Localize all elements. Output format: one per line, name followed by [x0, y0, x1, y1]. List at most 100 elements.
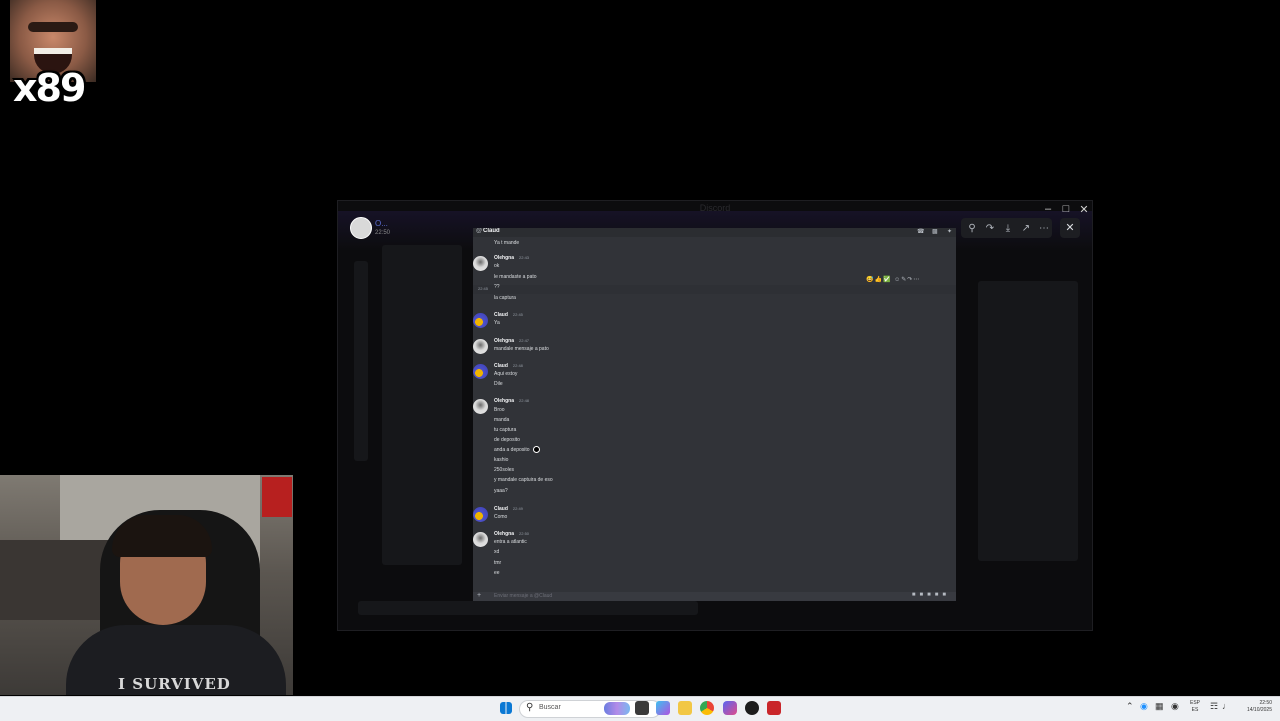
- message-author: Olehgna 22:48: [494, 398, 529, 404]
- message-line: kashio: [494, 457, 509, 463]
- tray-network-app-icon[interactable]: ◉: [1140, 701, 1148, 712]
- author-avatar: [473, 256, 488, 271]
- obs-icon[interactable]: [745, 701, 759, 715]
- meme-eyes: [28, 22, 78, 32]
- message-line: Broo: [494, 407, 505, 413]
- message-line: ok: [494, 263, 500, 269]
- webcam-hair: [112, 515, 212, 557]
- message-line: Ya: [494, 320, 500, 326]
- message-actions-bar: 😅👍✅ ☺✎↷⋯: [866, 277, 921, 283]
- windows-taskbar: ⚲ Buscar ⌃ ◉ ▦ ◉ ESP ES ☶ ♩ 22:50 14/10/…: [0, 696, 1280, 721]
- search-label: Buscar: [539, 704, 561, 711]
- message-line: 250soles: [494, 467, 515, 473]
- author-avatar: [473, 339, 488, 354]
- author-name: Olehgna: [494, 531, 515, 537]
- message-line: Dile: [494, 381, 503, 387]
- author-name: Claud: [494, 363, 508, 369]
- message-line: anda a deposito: [494, 447, 530, 453]
- app-icon-pinned[interactable]: [723, 701, 737, 715]
- author-avatar: [473, 399, 488, 414]
- zoom-icon[interactable]: ⚲: [964, 223, 980, 234]
- message-timestamp: 22:49: [512, 506, 523, 511]
- message-timestamp: 22:47: [519, 338, 530, 343]
- message-line: Como: [494, 514, 508, 520]
- author-name: Claud: [494, 506, 508, 512]
- author-avatar: [473, 313, 488, 328]
- message-line: Ya t mande: [494, 240, 520, 246]
- dm-channel-name: Claud: [483, 228, 500, 234]
- tray-chevron-icon[interactable]: ⌃: [1126, 701, 1134, 712]
- search-highlight-art: [604, 702, 630, 715]
- message-line: entra a atlantic: [494, 539, 527, 545]
- composer-placeholder: Enviar mensaje a @Claud: [494, 593, 553, 599]
- message-author: Olehgna 22:50: [494, 531, 529, 537]
- composer-tools-icons: ■■■■■: [911, 592, 950, 598]
- maximize-icon[interactable]: □: [1057, 203, 1075, 215]
- author-name: Olehgna: [494, 338, 515, 344]
- message-author: Claud 22:49: [494, 506, 523, 512]
- message-timestamp: 22:48: [519, 398, 530, 403]
- file-explorer-icon[interactable]: [678, 701, 692, 715]
- chrome-icon[interactable]: [700, 701, 714, 715]
- webcam-feed: I SURVIVED: [0, 475, 293, 695]
- message-timestamp: 22:48: [512, 363, 523, 368]
- viewer-close-button[interactable]: ✕: [1060, 218, 1080, 238]
- message-timestamp: 22:45: [512, 312, 523, 317]
- viewer-author-avatar: [350, 217, 372, 239]
- volume-icon[interactable]: ♩: [1222, 701, 1231, 711]
- search-icon: ⚲: [526, 702, 534, 713]
- member-list-ghost: [978, 281, 1078, 561]
- message-author: Claud 22:48: [494, 363, 523, 369]
- wifi-icon[interactable]: ☶: [1210, 701, 1218, 712]
- message-line: tu captura: [494, 427, 517, 433]
- download-icon[interactable]: ⤓: [1000, 223, 1016, 234]
- video-icon: ▩: [932, 229, 938, 235]
- message-input-ghost: [358, 601, 698, 615]
- call-icon: ☎: [917, 229, 925, 235]
- system-clock[interactable]: 22:50 14/10/2025: [1240, 700, 1272, 714]
- message-line: tmr: [494, 560, 502, 566]
- message-line: xd: [494, 549, 500, 555]
- channel-list-ghost: [382, 245, 462, 565]
- message-line: la captura: [494, 295, 516, 301]
- mouse-cursor: [533, 446, 540, 453]
- dm-header: Claud @ ☎ ▩ ✦: [473, 228, 956, 237]
- pin-icon: ✦: [947, 229, 953, 235]
- viewer-author-name[interactable]: O...: [375, 219, 388, 228]
- message-line: mandale mensaje a pato: [494, 346, 549, 352]
- message-author: Olehgna 22:47: [494, 338, 529, 344]
- message-line: yaaa?: [494, 488, 508, 494]
- author-avatar: [473, 507, 488, 522]
- message-line: ee: [494, 570, 500, 576]
- open-external-icon[interactable]: ↗: [1018, 223, 1034, 234]
- forward-icon[interactable]: ↷: [982, 223, 998, 234]
- tray-mic-icon[interactable]: ◉: [1171, 701, 1179, 712]
- author-name: Olehgna: [494, 255, 515, 261]
- input-language-region: ES: [1191, 707, 1199, 713]
- app-icon-red[interactable]: [767, 701, 781, 715]
- message-line: Aqui estoy: [494, 371, 518, 377]
- message-timestamp: 22:50: [519, 531, 530, 536]
- hovered-message-row: [473, 285, 956, 294]
- webcam-poster: [262, 477, 292, 517]
- message-timestamp: 22:43: [519, 255, 530, 260]
- copilot-icon[interactable]: [656, 701, 670, 715]
- task-view-icon[interactable]: [635, 701, 649, 715]
- message-line: de deposito: [494, 437, 520, 443]
- message-line: y mandale captuira de eso: [494, 477, 553, 483]
- minimize-icon[interactable]: –: [1039, 203, 1057, 215]
- more-icon[interactable]: ⋯: [1036, 223, 1052, 234]
- input-language[interactable]: ESP ES: [1190, 700, 1200, 714]
- clock-time: 22:50: [1259, 700, 1272, 706]
- author-name: Olehgna: [494, 398, 515, 404]
- window-close-icon[interactable]: ✕: [1075, 203, 1093, 216]
- combo-counter: x89: [13, 66, 86, 110]
- message-author: Claud 22:45: [494, 312, 523, 318]
- at-icon: @: [476, 228, 483, 234]
- plus-icon: +: [477, 592, 482, 599]
- tray-app-icon[interactable]: ▦: [1155, 701, 1164, 712]
- windows-start-icon[interactable]: [500, 702, 512, 714]
- message-author: Olehgna 22:43: [494, 255, 529, 261]
- input-language-code: ESP: [1190, 700, 1201, 706]
- author-avatar: [473, 532, 488, 547]
